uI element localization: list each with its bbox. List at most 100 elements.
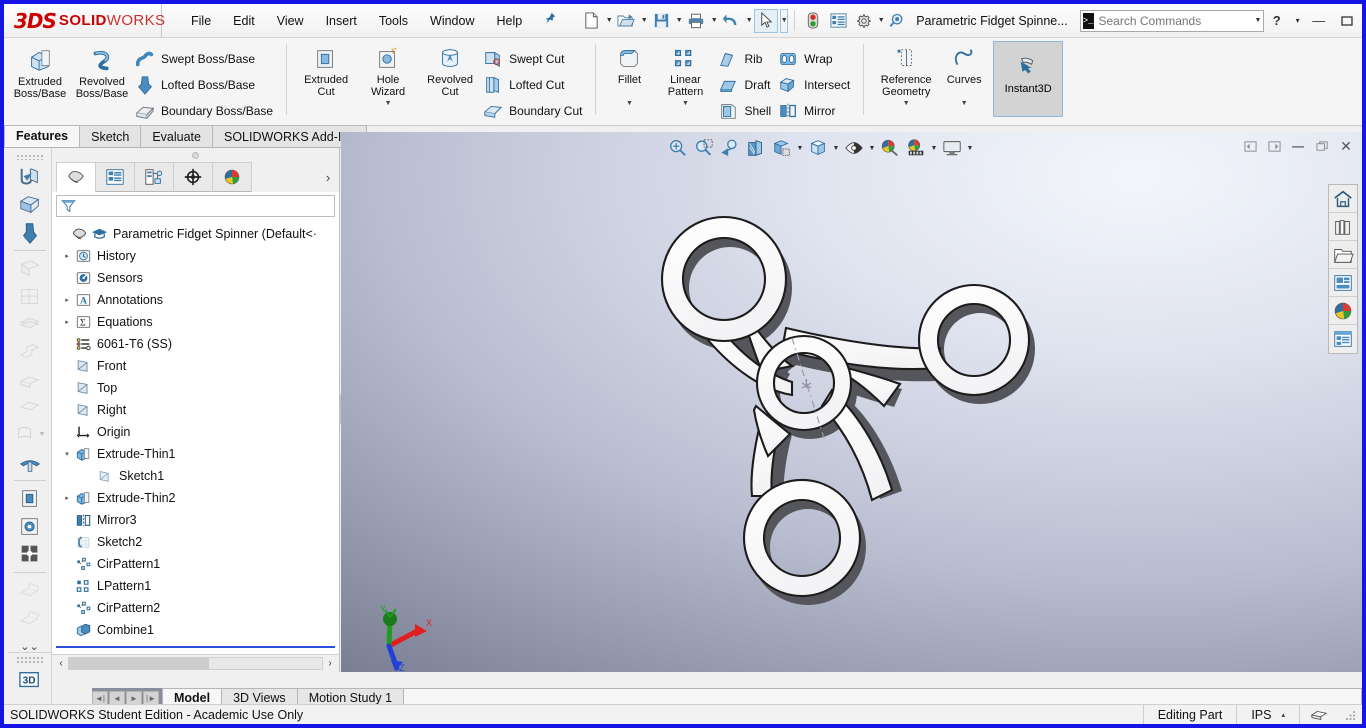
view-orientation-icon[interactable] [769,135,795,161]
configuration-manager-tab[interactable] [134,162,174,192]
help-caret-icon[interactable]: ▾ [1292,10,1304,32]
extruded-cut-button[interactable]: Extruded Cut [295,42,357,98]
view-settings-icon[interactable] [939,135,965,161]
open-document-icon[interactable] [614,9,638,33]
spinner-ring-right[interactable] [917,283,1031,397]
menu-insert[interactable]: Insert [315,10,368,32]
tree-item-extrude-thin2[interactable]: ▸ Extrude-Thin2 [52,487,339,509]
hscroll-thumb[interactable] [69,658,209,669]
lofted-cut-button[interactable]: Lofted Cut [481,72,587,98]
restore-doc-icon[interactable] [1312,136,1332,156]
swept-boss-base-button[interactable]: Swept Boss/Base [133,46,278,72]
tree-item-front-plane[interactable]: Front [52,355,339,377]
restore-right-icon[interactable] [1264,136,1284,156]
tree-item-sensors[interactable]: Sensors [52,267,339,289]
appearances-sphere-icon[interactable] [1329,297,1357,325]
rollback-bar[interactable] [56,646,335,648]
print-caret[interactable]: ▼ [710,17,718,24]
chevron-right-icon[interactable]: › [317,162,339,192]
tree-item-mirror3[interactable]: Mirror3 [52,509,339,531]
property-manager-tab[interactable] [95,162,135,192]
section-view-icon[interactable] [743,135,769,161]
shell-button[interactable]: Shell [716,98,776,124]
revolved-boss-base-button[interactable]: Revolved Boss/Base [71,42,133,100]
unfold-icon[interactable] [12,577,48,605]
history-expander[interactable]: ▸ [60,252,74,260]
extrude-thin2-expander[interactable]: ▸ [60,494,74,502]
tree-item-equations[interactable]: ▸ Σ Equations [52,311,339,333]
intersect-button[interactable]: Intersect [776,72,855,98]
file-explorer-icon[interactable] [1329,269,1357,297]
tree-item-origin[interactable]: Origin [52,421,339,443]
wrap-button[interactable]: Wrap [776,46,855,72]
tree-item-top-plane[interactable]: Top [52,377,339,399]
status-units[interactable]: IPS ▴ [1236,705,1299,724]
tree-item-cirpattern2[interactable]: CirPattern2 [52,597,339,619]
zoom-to-area-icon[interactable] [691,135,717,161]
zoom-to-fit-icon[interactable] [665,135,691,161]
fillet-caret[interactable]: ▼ [626,100,633,107]
rebuild-icon[interactable] [801,9,825,33]
convert-to-sheet-metal-icon[interactable] [12,191,48,219]
new-document-caret[interactable]: ▼ [605,17,613,24]
close-button[interactable]: ✕ [1362,10,1363,32]
toolbar-grip[interactable] [15,154,44,161]
spinner-center-ring[interactable] [755,334,853,432]
curves-button[interactable]: Curves ▼ [940,42,988,107]
jog-icon[interactable] [12,338,48,366]
search-magnifier-icon[interactable] [886,9,910,33]
hscroll-right-arrow[interactable]: › [323,658,337,669]
revolved-cut-button[interactable]: Revolved Cut [419,42,481,98]
sheet-metal-base-flange-icon[interactable] [12,163,48,191]
tree-item-cirpattern1[interactable]: CirPattern1 [52,553,339,575]
edge-flange-icon[interactable] [12,255,48,283]
tree-item-combine1[interactable]: Combine1 [52,619,339,641]
hole-wizard-button[interactable]: Hole Wizard ▼ [357,42,419,107]
simple-hole-icon[interactable] [12,513,48,541]
equations-expander[interactable]: ▸ [60,318,74,326]
help-button[interactable]: ? [1264,10,1290,32]
custom-properties-icon[interactable] [1329,325,1357,353]
extrude-thin1-expander[interactable]: ▾ [60,450,74,458]
close-doc-icon[interactable]: ✕ [1336,136,1356,156]
design-library-folder-icon[interactable] [1329,241,1357,269]
sketched-bend-icon[interactable] [12,366,48,394]
feature-tree-filter[interactable] [56,195,335,217]
display-style-caret[interactable]: ▼ [831,145,841,152]
boundary-cut-button[interactable]: Boundary Cut [481,98,587,124]
menu-tools[interactable]: Tools [368,10,419,32]
search-dropdown-caret[interactable]: ▼ [1255,17,1262,24]
cross-break-icon[interactable] [12,394,48,422]
spinner-ring-bottom[interactable] [742,479,862,597]
save-caret[interactable]: ▼ [675,17,683,24]
instant3d-button[interactable]: Instant3D [993,41,1064,117]
undo-caret[interactable]: ▼ [745,17,753,24]
restore-left-icon[interactable] [1240,136,1260,156]
annotations-expander[interactable]: ▸ [60,296,74,304]
options-caret[interactable]: ▼ [877,17,885,24]
hide-show-items-icon[interactable] [841,135,867,161]
menu-view[interactable]: View [266,10,315,32]
open-document-caret[interactable]: ▼ [640,17,648,24]
curves-caret[interactable]: ▼ [961,100,968,107]
tab-sketch[interactable]: Sketch [79,125,142,147]
search-commands-box[interactable]: >_ ▼ [1079,9,1264,32]
reference-geometry-caret[interactable]: ▼ [903,100,910,107]
apply-scene-icon[interactable] [903,135,929,161]
status-units-caret[interactable]: ▴ [1281,711,1285,719]
linear-pattern-caret[interactable]: ▼ [682,100,689,107]
extruded-cut-sheetmetal-icon[interactable] [12,485,48,513]
tree-item-annotations[interactable]: ▸ A Annotations [52,289,339,311]
tree-item-sketch2[interactable]: Sketch2 [52,531,339,553]
edit-appearance-icon[interactable] [877,135,903,161]
corner-icon[interactable]: ▼ [12,421,48,449]
tree-item-part-root[interactable]: Parametric Fidget Spinner (Default<· [52,223,339,245]
undo-icon[interactable] [719,9,743,33]
toolbar-grip-3d[interactable] [15,656,44,663]
tree-item-right-plane[interactable]: Right [52,399,339,421]
view-home-icon[interactable] [1329,185,1357,213]
overlay-icon[interactable] [1299,705,1338,724]
select-cursor-caret[interactable]: ▼ [780,8,789,33]
lofted-boss-base-button[interactable]: Lofted Boss/Base [133,72,278,98]
linear-pattern-button[interactable]: Linear Pattern ▼ [654,42,716,107]
